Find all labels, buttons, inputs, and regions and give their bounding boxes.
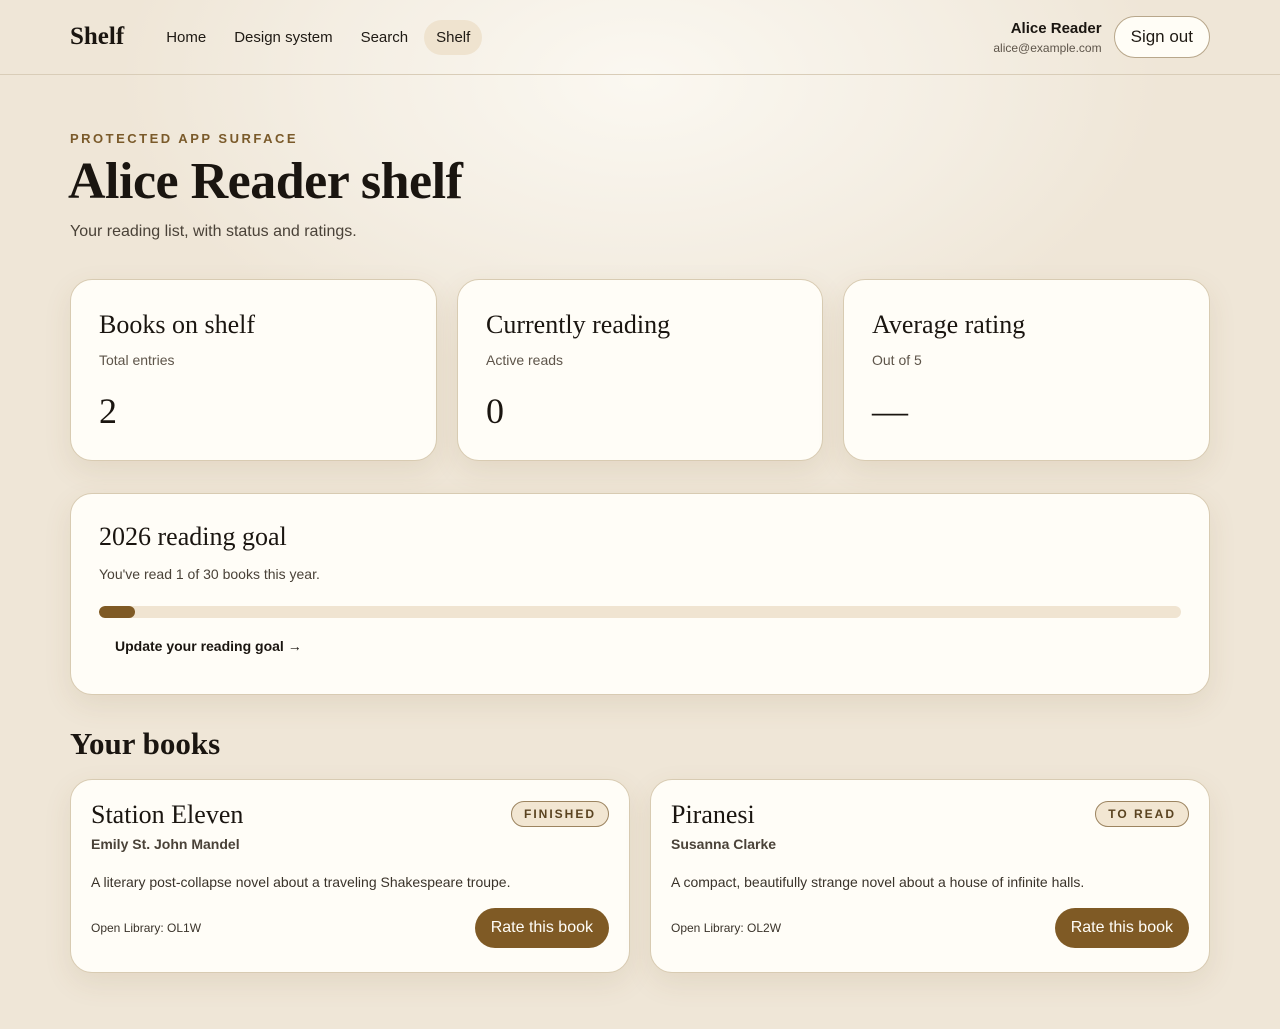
book-title: Piranesi <box>671 800 755 829</box>
brand-logo[interactable]: Shelf <box>70 23 124 51</box>
page-subtitle: Your reading list, with status and ratin… <box>70 223 357 240</box>
user-info: Alice Reader alice@example.com <box>993 20 1101 55</box>
book-description: A literary post-collapse novel about a t… <box>91 874 511 890</box>
book-card-station-eleven: Station Eleven FINISHED Emily St. John M… <box>70 779 630 973</box>
open-library-id: Open Library: OL1W <box>91 921 202 935</box>
stat-card-currently-reading: Currently reading Active reads 0 <box>457 279 823 461</box>
rate-book-button[interactable]: Rate this book <box>1054 908 1189 948</box>
nav-search-link[interactable]: Search <box>349 20 421 55</box>
user-area: Alice Reader alice@example.com Sign out <box>993 16 1210 58</box>
user-email: alice@example.com <box>993 40 1102 55</box>
update-reading-goal-link[interactable]: Update your reading goal → <box>115 638 302 654</box>
status-badge: TO READ <box>1095 801 1189 827</box>
open-library-id: Open Library: OL2W <box>671 921 782 935</box>
page-title: Alice Reader shelf <box>68 153 463 210</box>
book-description: A compact, beautifully strange novel abo… <box>671 874 1085 890</box>
stat-title: Currently reading <box>486 310 671 339</box>
main-nav: Home Design system Search Shelf <box>154 19 483 55</box>
stat-title: Books on shelf <box>99 310 255 339</box>
nav-home-link[interactable]: Home <box>154 20 218 55</box>
book-title: Station Eleven <box>91 800 244 829</box>
goal-progress-fill <box>99 606 136 618</box>
goal-title: 2026 reading goal <box>99 522 287 551</box>
stat-value: 2 <box>99 391 117 431</box>
your-books-heading: Your books <box>70 726 221 761</box>
page-eyebrow: PROTECTED APP SURFACE <box>70 131 299 146</box>
user-name: Alice Reader <box>1010 19 1102 37</box>
stat-subtitle: Out of 5 <box>872 352 922 368</box>
book-author: Emily St. John Mandel <box>91 836 240 852</box>
stat-title: Average rating <box>872 310 1026 339</box>
stat-subtitle: Active reads <box>486 352 564 368</box>
stat-value: 0 <box>486 391 504 431</box>
reading-goal-card: 2026 reading goal You've read 1 of 30 bo… <box>70 493 1210 695</box>
top-navigation-bar: Shelf Home Design system Search Shelf Al… <box>0 0 1280 75</box>
status-badge: FINISHED <box>510 801 609 827</box>
book-author: Susanna Clarke <box>671 836 777 852</box>
nav-design-system-link[interactable]: Design system <box>222 20 344 55</box>
sign-out-button[interactable]: Sign out <box>1113 16 1210 58</box>
goal-progress-bar <box>99 606 1181 618</box>
goal-progress-text: You've read 1 of 30 books this year. <box>99 566 320 582</box>
stat-card-average-rating: Average rating Out of 5 — <box>843 279 1210 461</box>
stat-value: — <box>872 391 908 431</box>
stat-subtitle: Total entries <box>99 352 175 368</box>
nav-shelf-link[interactable]: Shelf <box>424 19 483 55</box>
book-card-piranesi: Piranesi TO READ Susanna Clarke A compac… <box>650 779 1210 973</box>
stat-card-books-on-shelf: Books on shelf Total entries 2 <box>70 279 437 461</box>
rate-book-button[interactable]: Rate this book <box>474 908 609 948</box>
